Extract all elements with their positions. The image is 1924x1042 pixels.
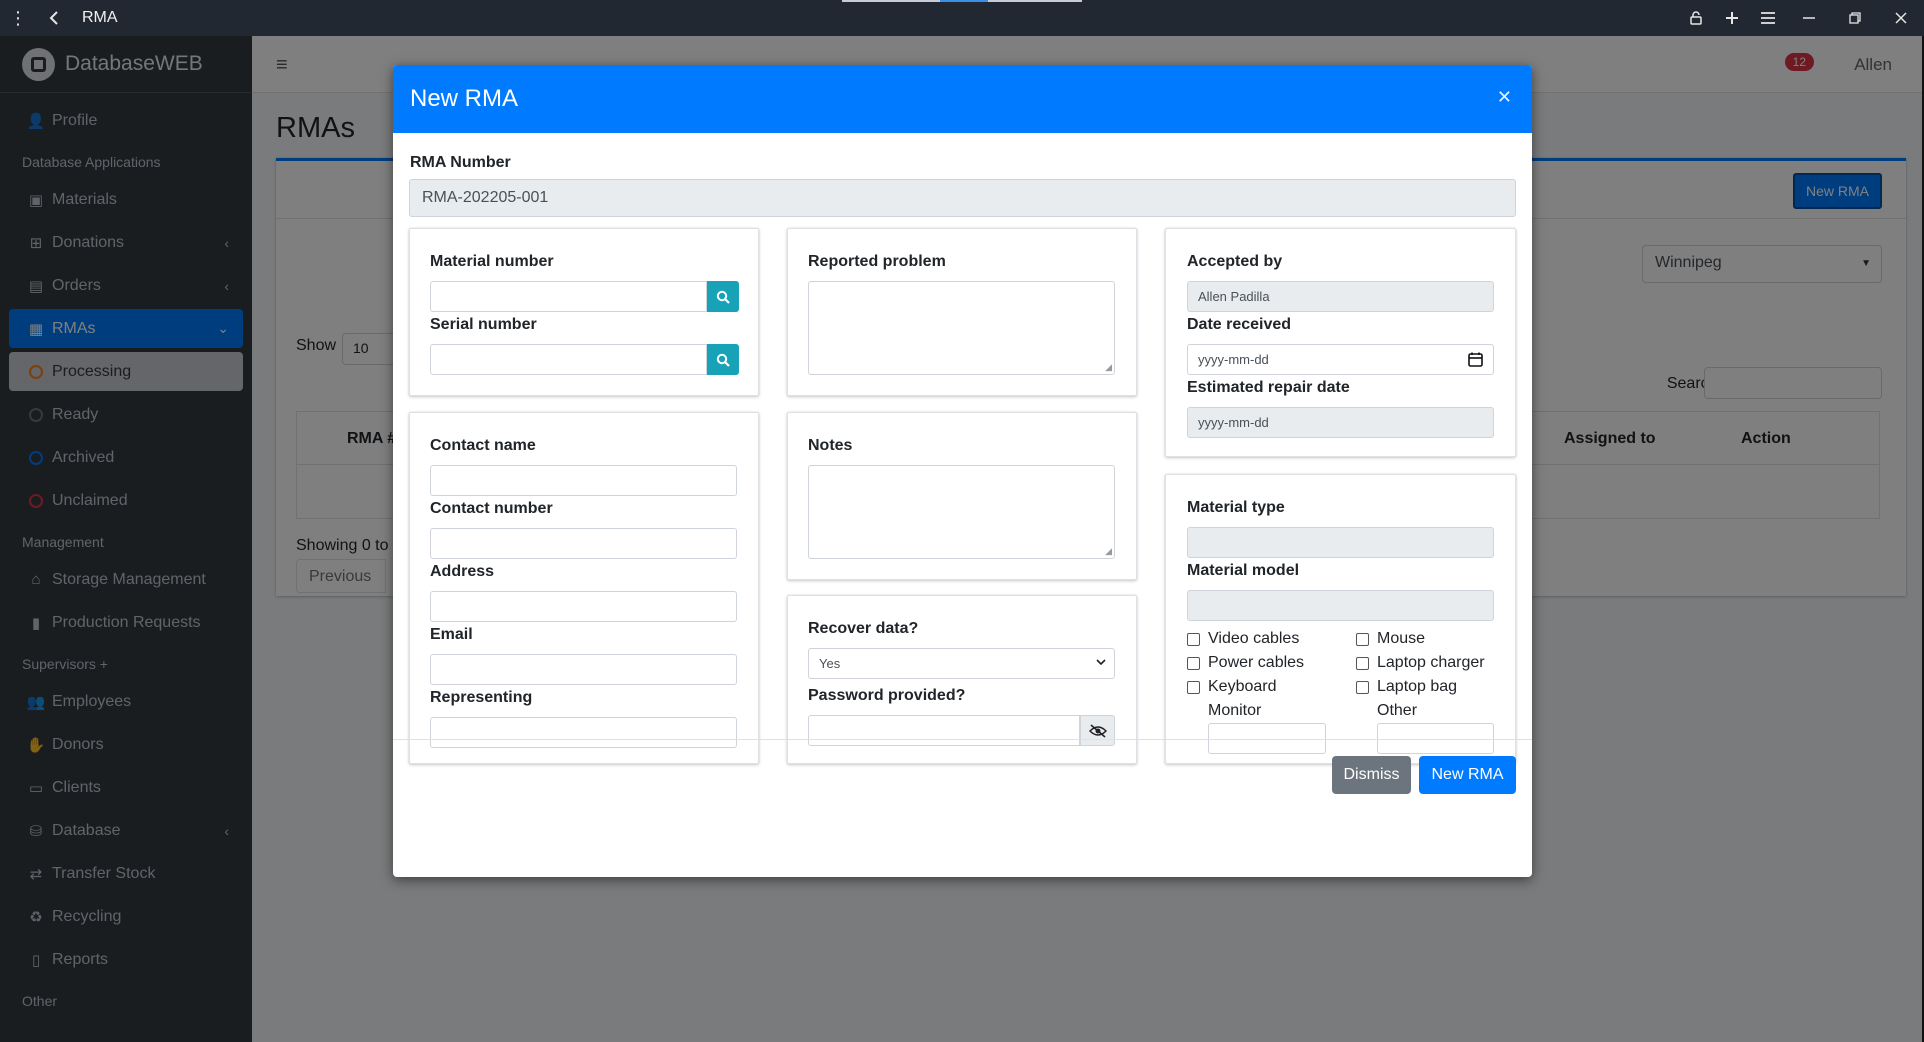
rma-number-label: RMA Number <box>410 154 511 171</box>
material-number-input[interactable] <box>430 281 707 312</box>
checkbox-label: Laptop charger <box>1377 654 1485 671</box>
password-label: Password provided? <box>808 687 966 704</box>
resize-grip-icon[interactable]: ◢ <box>1105 546 1112 557</box>
eye-slash-icon <box>1088 723 1107 738</box>
window-titlebar: ⋮ RMA <box>0 0 1924 36</box>
checkbox-laptop-bag[interactable]: Laptop bag <box>1356 678 1457 696</box>
modal-title: New RMA <box>410 85 519 112</box>
loading-indicator <box>842 0 1082 2</box>
representing-label: Representing <box>430 689 533 706</box>
minimize-icon[interactable] <box>1786 0 1832 36</box>
checkbox-label: Keyboard <box>1208 678 1277 695</box>
plus-icon[interactable] <box>1714 0 1750 36</box>
checkbox-label: Power cables <box>1208 654 1305 671</box>
material-type-box: Material type Material model Video cable… <box>1165 474 1516 764</box>
modal-body: RMA Number RMA-202205-001 Material numbe… <box>393 133 1532 811</box>
checkbox-label: Video cables <box>1208 630 1300 647</box>
checkbox-laptop-charger[interactable]: Laptop charger <box>1356 654 1485 672</box>
material-serial-box: Material number Serial number <box>409 228 759 396</box>
email-input[interactable] <box>430 654 737 685</box>
date-received-input[interactable]: yyyy-mm-dd <box>1187 344 1494 375</box>
search-icon <box>716 353 730 367</box>
material-type-label: Material type <box>1187 499 1285 516</box>
submit-new-rma-button[interactable]: New RMA <box>1419 756 1516 794</box>
accepted-by-label: Accepted by <box>1187 253 1283 270</box>
estimated-repair-label: Estimated repair date <box>1187 379 1350 396</box>
contact-box: Contact name Contact number Address Emai… <box>409 412 759 764</box>
reported-problem-label: Reported problem <box>808 253 946 270</box>
reported-problem-textarea[interactable]: ◢ <box>808 281 1115 375</box>
window-title: RMA <box>82 9 118 26</box>
checkbox-label: Laptop bag <box>1377 678 1458 695</box>
resize-grip-icon[interactable]: ◢ <box>1105 362 1112 373</box>
estimated-repair-field: yyyy-mm-dd <box>1187 407 1494 438</box>
other-label: Other <box>1377 702 1418 719</box>
reported-problem-box: Reported problem ◢ <box>787 228 1137 396</box>
modal-close-icon[interactable]: ✕ <box>1497 87 1512 108</box>
material-type-field <box>1187 527 1494 558</box>
notes-box: Notes ◢ <box>787 412 1137 580</box>
address-label: Address <box>430 563 495 580</box>
back-arrow-icon[interactable] <box>36 0 72 36</box>
email-label: Email <box>430 626 473 643</box>
unlock-icon[interactable] <box>1678 0 1714 36</box>
serial-number-label: Serial number <box>430 316 537 333</box>
modal-header: New RMA ✕ <box>393 65 1532 133</box>
new-rma-modal: New RMA ✕ RMA Number RMA-202205-001 Mate… <box>393 65 1532 877</box>
notes-textarea[interactable]: ◢ <box>808 465 1115 559</box>
calendar-icon[interactable] <box>1468 352 1483 367</box>
checkbox-mouse[interactable]: Mouse <box>1356 630 1425 648</box>
recover-data-value: Yes <box>819 656 841 671</box>
notes-label: Notes <box>808 437 853 454</box>
recover-data-label: Recover data? <box>808 620 919 637</box>
contact-number-label: Contact number <box>430 500 553 517</box>
chevron-down-icon <box>1096 659 1106 666</box>
dismiss-button[interactable]: Dismiss <box>1332 756 1411 794</box>
material-model-label: Material model <box>1187 562 1300 579</box>
checkbox-keyboard[interactable]: Keyboard <box>1187 678 1277 696</box>
close-icon[interactable] <box>1878 0 1924 36</box>
address-input[interactable] <box>430 591 737 622</box>
recover-data-select[interactable]: Yes <box>808 648 1115 679</box>
hamburger-icon[interactable] <box>1750 0 1786 36</box>
material-search-button[interactable] <box>707 281 739 312</box>
checkbox-video-cables[interactable]: Video cables <box>1187 630 1299 648</box>
contact-name-input[interactable] <box>430 465 737 496</box>
contact-number-input[interactable] <box>430 528 737 559</box>
restore-icon[interactable] <box>1832 0 1878 36</box>
material-model-field <box>1187 590 1494 621</box>
serial-number-input[interactable] <box>430 344 707 375</box>
kebab-menu-icon[interactable]: ⋮ <box>0 0 36 36</box>
serial-search-button[interactable] <box>707 344 739 375</box>
modal-footer: Dismiss New RMA <box>393 739 1532 811</box>
rma-number-field: RMA-202205-001 <box>409 179 1516 217</box>
search-icon <box>716 290 730 304</box>
accepted-by-field: Allen Padilla <box>1187 281 1494 312</box>
checkbox-label: Mouse <box>1377 630 1426 647</box>
date-received-label: Date received <box>1187 316 1292 333</box>
monitor-label: Monitor <box>1208 702 1262 719</box>
date-received-placeholder: yyyy-mm-dd <box>1198 352 1269 367</box>
material-number-label: Material number <box>430 253 554 270</box>
acceptance-box: Accepted by Allen Padilla Date received … <box>1165 228 1516 457</box>
checkbox-power-cables[interactable]: Power cables <box>1187 654 1304 672</box>
contact-name-label: Contact name <box>430 437 536 454</box>
